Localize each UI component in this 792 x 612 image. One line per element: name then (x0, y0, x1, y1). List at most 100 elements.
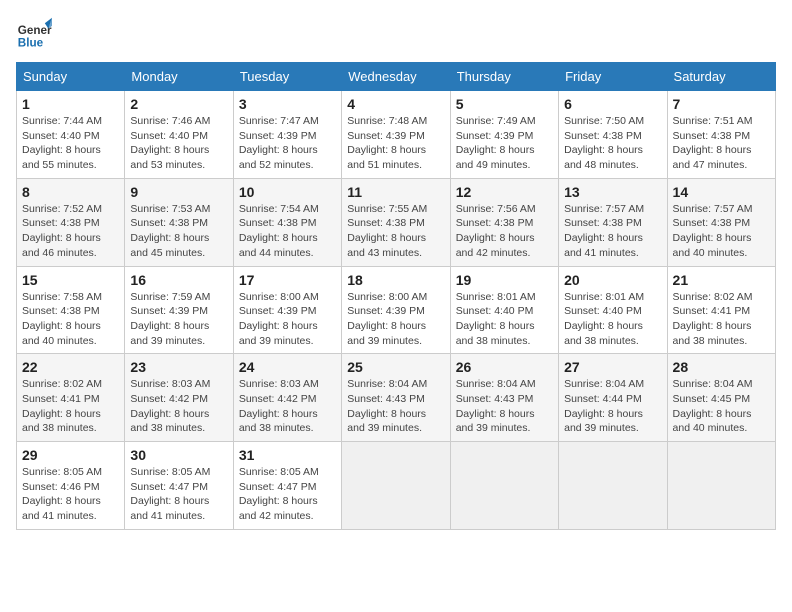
calendar-cell: 30 Sunrise: 8:05 AM Sunset: 4:47 PM Dayl… (125, 442, 233, 530)
calendar-cell: 21 Sunrise: 8:02 AM Sunset: 4:41 PM Dayl… (667, 266, 775, 354)
calendar-cell: 23 Sunrise: 8:03 AM Sunset: 4:42 PM Dayl… (125, 354, 233, 442)
day-number: 27 (564, 359, 661, 375)
weekday-header-wednesday: Wednesday (342, 63, 450, 91)
day-detail: Sunrise: 8:02 AM Sunset: 4:41 PM Dayligh… (22, 377, 119, 436)
calendar-cell: 29 Sunrise: 8:05 AM Sunset: 4:46 PM Dayl… (17, 442, 125, 530)
calendar-week-1: 1 Sunrise: 7:44 AM Sunset: 4:40 PM Dayli… (17, 91, 776, 179)
calendar-cell: 25 Sunrise: 8:04 AM Sunset: 4:43 PM Dayl… (342, 354, 450, 442)
calendar-cell: 1 Sunrise: 7:44 AM Sunset: 4:40 PM Dayli… (17, 91, 125, 179)
calendar-cell (559, 442, 667, 530)
day-number: 3 (239, 96, 336, 112)
page-header: General Blue (16, 16, 776, 52)
day-number: 24 (239, 359, 336, 375)
day-detail: Sunrise: 8:04 AM Sunset: 4:45 PM Dayligh… (673, 377, 770, 436)
calendar-cell: 11 Sunrise: 7:55 AM Sunset: 4:38 PM Dayl… (342, 178, 450, 266)
day-detail: Sunrise: 8:05 AM Sunset: 4:46 PM Dayligh… (22, 465, 119, 524)
calendar-week-4: 22 Sunrise: 8:02 AM Sunset: 4:41 PM Dayl… (17, 354, 776, 442)
weekday-header-friday: Friday (559, 63, 667, 91)
day-detail: Sunrise: 7:51 AM Sunset: 4:38 PM Dayligh… (673, 114, 770, 173)
weekday-header-thursday: Thursday (450, 63, 558, 91)
calendar-cell: 27 Sunrise: 8:04 AM Sunset: 4:44 PM Dayl… (559, 354, 667, 442)
day-detail: Sunrise: 7:57 AM Sunset: 4:38 PM Dayligh… (673, 202, 770, 261)
calendar-cell: 8 Sunrise: 7:52 AM Sunset: 4:38 PM Dayli… (17, 178, 125, 266)
day-number: 25 (347, 359, 444, 375)
logo-icon: General Blue (16, 16, 52, 52)
day-number: 26 (456, 359, 553, 375)
calendar-cell: 12 Sunrise: 7:56 AM Sunset: 4:38 PM Dayl… (450, 178, 558, 266)
day-detail: Sunrise: 8:05 AM Sunset: 4:47 PM Dayligh… (239, 465, 336, 524)
day-detail: Sunrise: 8:01 AM Sunset: 4:40 PM Dayligh… (456, 290, 553, 349)
day-detail: Sunrise: 7:58 AM Sunset: 4:38 PM Dayligh… (22, 290, 119, 349)
day-number: 11 (347, 184, 444, 200)
calendar-cell: 13 Sunrise: 7:57 AM Sunset: 4:38 PM Dayl… (559, 178, 667, 266)
calendar-cell: 18 Sunrise: 8:00 AM Sunset: 4:39 PM Dayl… (342, 266, 450, 354)
day-number: 17 (239, 272, 336, 288)
day-detail: Sunrise: 7:55 AM Sunset: 4:38 PM Dayligh… (347, 202, 444, 261)
calendar-cell: 14 Sunrise: 7:57 AM Sunset: 4:38 PM Dayl… (667, 178, 775, 266)
weekday-header-row: SundayMondayTuesdayWednesdayThursdayFrid… (17, 63, 776, 91)
day-number: 28 (673, 359, 770, 375)
day-number: 22 (22, 359, 119, 375)
day-detail: Sunrise: 7:56 AM Sunset: 4:38 PM Dayligh… (456, 202, 553, 261)
day-number: 19 (456, 272, 553, 288)
day-number: 31 (239, 447, 336, 463)
calendar-week-3: 15 Sunrise: 7:58 AM Sunset: 4:38 PM Dayl… (17, 266, 776, 354)
weekday-header-tuesday: Tuesday (233, 63, 341, 91)
calendar-cell: 2 Sunrise: 7:46 AM Sunset: 4:40 PM Dayli… (125, 91, 233, 179)
calendar-week-2: 8 Sunrise: 7:52 AM Sunset: 4:38 PM Dayli… (17, 178, 776, 266)
calendar-cell: 5 Sunrise: 7:49 AM Sunset: 4:39 PM Dayli… (450, 91, 558, 179)
day-detail: Sunrise: 8:00 AM Sunset: 4:39 PM Dayligh… (239, 290, 336, 349)
day-number: 16 (130, 272, 227, 288)
day-detail: Sunrise: 8:01 AM Sunset: 4:40 PM Dayligh… (564, 290, 661, 349)
day-number: 21 (673, 272, 770, 288)
calendar-cell: 28 Sunrise: 8:04 AM Sunset: 4:45 PM Dayl… (667, 354, 775, 442)
day-number: 10 (239, 184, 336, 200)
day-number: 5 (456, 96, 553, 112)
day-detail: Sunrise: 7:49 AM Sunset: 4:39 PM Dayligh… (456, 114, 553, 173)
weekday-header-sunday: Sunday (17, 63, 125, 91)
calendar-cell: 20 Sunrise: 8:01 AM Sunset: 4:40 PM Dayl… (559, 266, 667, 354)
day-detail: Sunrise: 7:46 AM Sunset: 4:40 PM Dayligh… (130, 114, 227, 173)
day-detail: Sunrise: 8:04 AM Sunset: 4:44 PM Dayligh… (564, 377, 661, 436)
day-detail: Sunrise: 8:04 AM Sunset: 4:43 PM Dayligh… (347, 377, 444, 436)
day-detail: Sunrise: 8:02 AM Sunset: 4:41 PM Dayligh… (673, 290, 770, 349)
day-detail: Sunrise: 7:53 AM Sunset: 4:38 PM Dayligh… (130, 202, 227, 261)
calendar-cell: 24 Sunrise: 8:03 AM Sunset: 4:42 PM Dayl… (233, 354, 341, 442)
day-number: 8 (22, 184, 119, 200)
day-detail: Sunrise: 7:50 AM Sunset: 4:38 PM Dayligh… (564, 114, 661, 173)
day-number: 9 (130, 184, 227, 200)
day-number: 20 (564, 272, 661, 288)
calendar-table: SundayMondayTuesdayWednesdayThursdayFrid… (16, 62, 776, 530)
day-number: 2 (130, 96, 227, 112)
day-detail: Sunrise: 8:03 AM Sunset: 4:42 PM Dayligh… (130, 377, 227, 436)
day-number: 14 (673, 184, 770, 200)
day-number: 29 (22, 447, 119, 463)
day-detail: Sunrise: 8:05 AM Sunset: 4:47 PM Dayligh… (130, 465, 227, 524)
weekday-header-saturday: Saturday (667, 63, 775, 91)
svg-text:Blue: Blue (18, 37, 44, 50)
calendar-cell (342, 442, 450, 530)
day-number: 6 (564, 96, 661, 112)
day-detail: Sunrise: 8:00 AM Sunset: 4:39 PM Dayligh… (347, 290, 444, 349)
calendar-cell (450, 442, 558, 530)
day-number: 1 (22, 96, 119, 112)
weekday-header-monday: Monday (125, 63, 233, 91)
day-detail: Sunrise: 7:59 AM Sunset: 4:39 PM Dayligh… (130, 290, 227, 349)
day-detail: Sunrise: 8:03 AM Sunset: 4:42 PM Dayligh… (239, 377, 336, 436)
day-detail: Sunrise: 7:57 AM Sunset: 4:38 PM Dayligh… (564, 202, 661, 261)
calendar-cell: 4 Sunrise: 7:48 AM Sunset: 4:39 PM Dayli… (342, 91, 450, 179)
day-detail: Sunrise: 8:04 AM Sunset: 4:43 PM Dayligh… (456, 377, 553, 436)
day-number: 23 (130, 359, 227, 375)
day-number: 15 (22, 272, 119, 288)
calendar-body: 1 Sunrise: 7:44 AM Sunset: 4:40 PM Dayli… (17, 91, 776, 530)
calendar-cell: 31 Sunrise: 8:05 AM Sunset: 4:47 PM Dayl… (233, 442, 341, 530)
day-detail: Sunrise: 7:44 AM Sunset: 4:40 PM Dayligh… (22, 114, 119, 173)
calendar-cell: 9 Sunrise: 7:53 AM Sunset: 4:38 PM Dayli… (125, 178, 233, 266)
calendar-cell: 26 Sunrise: 8:04 AM Sunset: 4:43 PM Dayl… (450, 354, 558, 442)
calendar-cell: 15 Sunrise: 7:58 AM Sunset: 4:38 PM Dayl… (17, 266, 125, 354)
day-number: 30 (130, 447, 227, 463)
logo: General Blue (16, 16, 58, 52)
calendar-cell: 16 Sunrise: 7:59 AM Sunset: 4:39 PM Dayl… (125, 266, 233, 354)
day-detail: Sunrise: 7:52 AM Sunset: 4:38 PM Dayligh… (22, 202, 119, 261)
day-detail: Sunrise: 7:54 AM Sunset: 4:38 PM Dayligh… (239, 202, 336, 261)
